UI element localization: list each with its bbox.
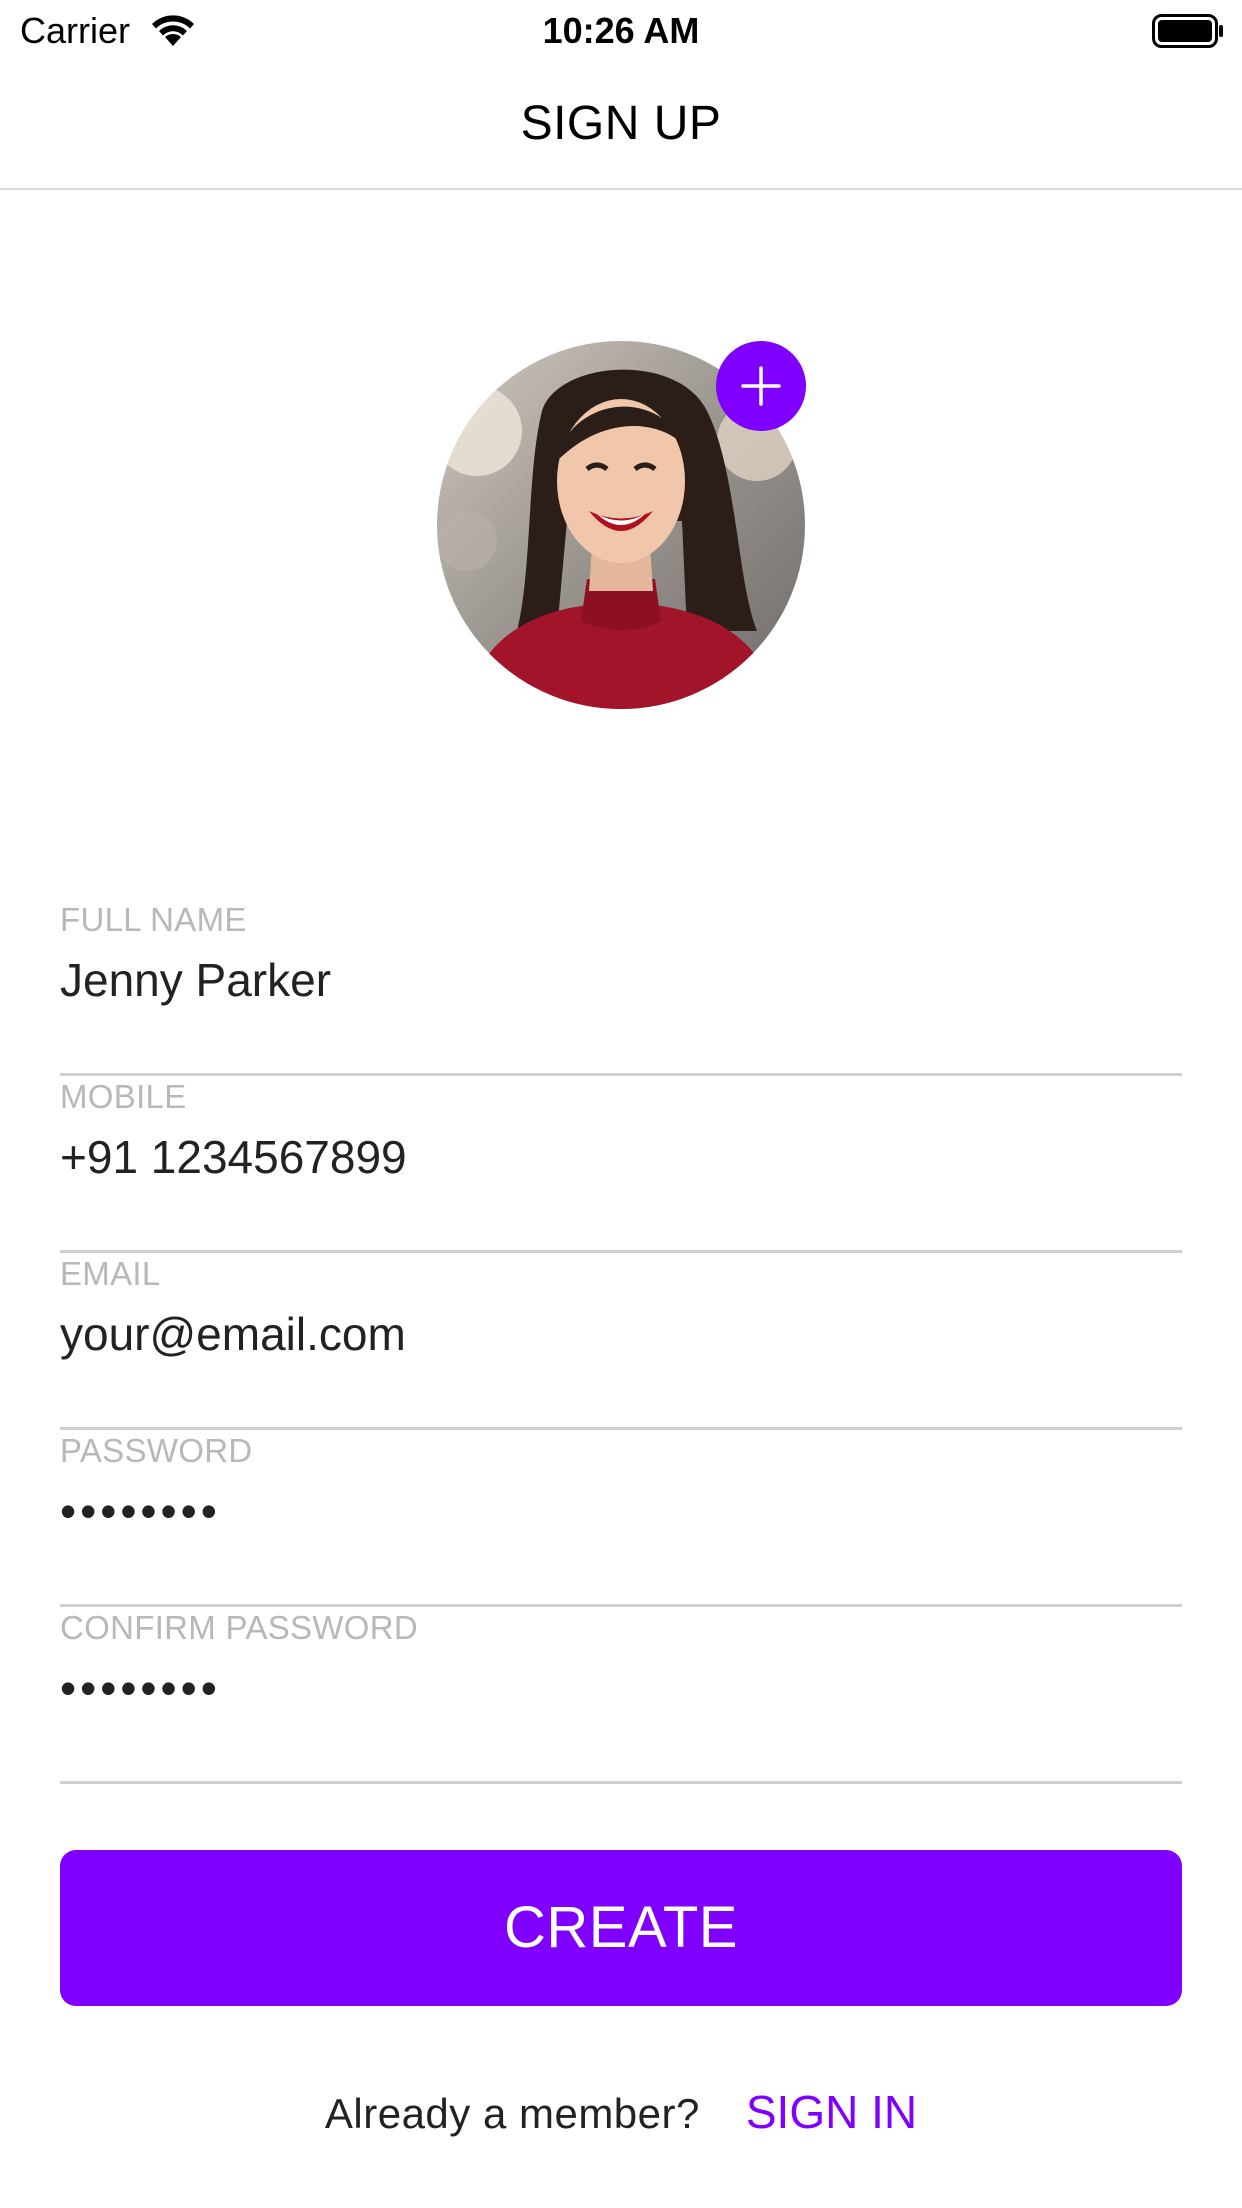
mobile-field: MOBILE — [60, 1077, 1182, 1253]
password-input[interactable] — [60, 1481, 1160, 1541]
email-field: EMAIL — [60, 1254, 1182, 1430]
add-photo-button[interactable] — [716, 341, 806, 431]
sign-in-link[interactable]: SIGN IN — [746, 2086, 917, 2138]
full-name-label: FULL NAME — [60, 901, 247, 938]
status-bar: Carrier 10:26 AM — [0, 0, 1242, 62]
battery-full-icon — [1152, 14, 1224, 48]
create-button[interactable]: CREATE — [60, 1850, 1182, 2006]
confirm-password-label: CONFIRM PASSWORD — [60, 1609, 419, 1646]
page-title: SIGN UP — [520, 97, 722, 150]
clock: 10:26 AM — [542, 10, 700, 51]
full-name-input[interactable] — [60, 950, 1160, 1010]
confirm-password-field: CONFIRM PASSWORD — [60, 1608, 1182, 1784]
sign-in-prompt: Already a member? SIGN IN — [0, 2082, 1242, 2142]
navigation-bar: SIGN UP — [0, 62, 1242, 190]
password-field: PASSWORD — [60, 1431, 1182, 1607]
email-input[interactable] — [60, 1304, 1160, 1364]
mobile-label: MOBILE — [60, 1078, 187, 1115]
full-name-field: FULL NAME — [60, 900, 1182, 1076]
already-member-text: Already a member? — [324, 2090, 700, 2137]
confirm-password-input[interactable] — [60, 1658, 1160, 1718]
email-label: EMAIL — [60, 1255, 161, 1292]
mobile-input[interactable] — [60, 1127, 1160, 1187]
password-label: PASSWORD — [60, 1432, 253, 1469]
plus-icon — [741, 366, 781, 406]
